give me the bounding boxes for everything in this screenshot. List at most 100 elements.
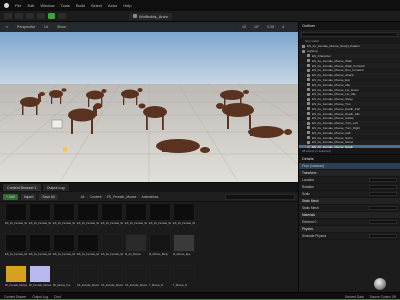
perspective-button[interactable]: Perspective — [14, 24, 39, 30]
source-control-button[interactable]: Source Control Off — [370, 295, 396, 299]
details-section-header[interactable]: Transform — [299, 170, 400, 177]
content-icon[interactable] — [26, 13, 34, 19]
menu-window[interactable]: Window — [40, 3, 54, 8]
details-property-row: Rotation — [299, 184, 400, 191]
outliner-item-label: ES_Fe_Female_Moose_Lie_Down — [312, 87, 359, 92]
details-label: Materials — [302, 213, 315, 217]
cmd-button[interactable]: Cmd — [54, 295, 61, 299]
output-log-button[interactable]: Output Log — [32, 295, 48, 299]
asset-tile[interactable]: ES_Fe_Female_Moose_Sleep — [125, 203, 147, 231]
save-icon[interactable] — [4, 13, 12, 19]
angle-snap[interactable]: 10° — [250, 24, 263, 30]
actor-icon — [307, 112, 310, 116]
derived-data-button[interactable]: Derived Data — [345, 295, 364, 299]
asset-tile[interactable]: MI_Moose_Fur — [53, 265, 75, 293]
details-property-row: Scale — [299, 191, 400, 198]
asset-tile[interactable]: SK_Female_Moose_Physics — [125, 265, 147, 293]
menu-tools[interactable]: Tools — [61, 3, 70, 8]
actor-icon — [307, 131, 310, 135]
asset-thumbnail — [149, 265, 171, 283]
asset-tile[interactable]: ES_Fe_Female_Moose_Attack — [149, 203, 171, 231]
outliner-search-input[interactable] — [301, 31, 398, 37]
asset-tile[interactable]: ES_Fe_Female_Moose_Gallop — [5, 234, 27, 262]
details-value-field[interactable] — [369, 177, 397, 183]
asset-tile[interactable]: T_Moose_D — [149, 265, 171, 293]
asset-label: ES_Fe_Female_Moose_Turn_L — [29, 253, 51, 256]
scale-snap[interactable]: 0.25 — [264, 24, 278, 30]
menu-build[interactable]: Build — [76, 3, 85, 8]
hamburger-menu-icon[interactable]: ≡ — [3, 24, 12, 30]
details-value-field[interactable] — [369, 219, 397, 225]
breadcrumb-item[interactable]: All — [81, 195, 85, 199]
actor-icon — [307, 78, 310, 82]
mode-select-icon[interactable] — [15, 13, 23, 19]
asset-thumbnail — [29, 203, 51, 221]
blueprint-icon[interactable] — [37, 13, 45, 19]
asset-tile[interactable]: MI_Female_Moose_B — [29, 265, 51, 293]
breadcrumb-item[interactable]: ES_Female_Moose — [107, 195, 137, 199]
maximize-icon[interactable] — [289, 24, 295, 30]
details-value-field[interactable] — [369, 191, 397, 197]
lit-button[interactable]: Lit — [41, 24, 52, 30]
menu-actor[interactable]: Actor — [108, 3, 117, 8]
add-button[interactable]: + Add — [3, 193, 18, 200]
actor-icon — [307, 97, 310, 101]
asset-tile[interactable]: ES_Fe_Female_Moose_Call — [101, 234, 123, 262]
breadcrumb-item[interactable]: Animations — [142, 195, 159, 199]
asset-tile[interactable]: ES_Fe_Female_Moose_Turn_L — [29, 234, 51, 262]
menu-edit[interactable]: Edit — [27, 3, 34, 8]
import-button[interactable]: Import — [20, 193, 37, 200]
actor-icon — [307, 140, 310, 144]
asset-tile[interactable]: M_Moose_Body — [149, 234, 171, 262]
asset-tile[interactable]: M_Fe_Moose — [125, 234, 147, 262]
asset-tile[interactable]: SK_Female_Moose_Skeleton — [101, 265, 123, 293]
pause-icon[interactable] — [58, 13, 66, 19]
asset-tile[interactable]: M_Moose_Eye — [173, 234, 195, 262]
actor-icon — [307, 121, 310, 125]
details-property-row: Static Mesh — [299, 205, 400, 212]
asset-tile[interactable]: ES_Fe_Female_Moose_Turn_R — [53, 234, 75, 262]
asset-tile[interactable]: ES_Fe_Female_Moose_Walk — [5, 203, 27, 231]
menu-file[interactable]: File — [15, 3, 21, 8]
menu-select[interactable]: Select — [91, 3, 102, 8]
details-value-field[interactable] — [369, 184, 397, 190]
play-icon[interactable] — [48, 13, 55, 19]
asset-tile[interactable]: ES_Fe_Female_Moose_Death — [101, 203, 123, 231]
menu-help[interactable]: Help — [123, 3, 131, 8]
actor-icon — [307, 73, 310, 77]
details-section-header[interactable]: Static Mesh — [299, 198, 400, 205]
tab-output-log[interactable]: Output Log — [42, 184, 69, 191]
details-title: Details — [299, 155, 400, 163]
show-button[interactable]: Show — [54, 24, 69, 30]
asset-tile[interactable]: ES_Fe_Female_Moose_Eat — [77, 203, 99, 231]
asset-tile[interactable]: SK_Female_Moose — [77, 265, 99, 293]
content-drawer-button[interactable]: Content Drawer — [4, 295, 26, 299]
asset-tile[interactable]: ES_Fe_Female_Moose_Lie — [77, 234, 99, 262]
asset-tile[interactable]: MI_Female_Moose — [5, 265, 27, 293]
viewport-toolbar: ≡ Perspective Lit Show 10 10° 0.25 4 — [0, 22, 298, 32]
unreal-logo-icon[interactable] — [4, 3, 9, 8]
content-search-input[interactable] — [225, 193, 295, 200]
asset-label: M_Fe_Moose — [125, 253, 141, 256]
details-value-field[interactable] — [369, 205, 397, 211]
asset-tile[interactable]: T_Moose_N — [173, 265, 195, 293]
asset-thumbnail — [77, 203, 99, 221]
details-section-header[interactable]: Physics — [299, 226, 400, 233]
map-tab[interactable]: Wolfbolds_Anim — [129, 12, 172, 20]
actor-icon — [307, 126, 310, 130]
content-browser-toolbar: + Add Import Save All All › Content › ES_F… — [0, 192, 298, 202]
grid-snap[interactable]: 10 — [239, 24, 249, 30]
details-section-header[interactable]: Materials — [299, 212, 400, 219]
level-viewport[interactable]: ≡ Perspective Lit Show 10 10° 0.25 4 — [0, 22, 298, 182]
details-label: Scale — [302, 192, 310, 196]
camera-speed[interactable]: 4 — [279, 24, 287, 30]
outliner-item-label: ES_Fe_Female_Moose_Death_Idle — [312, 111, 360, 116]
save-all-button[interactable]: Save All — [39, 193, 58, 200]
asset-tile[interactable]: ES_Fe_Female_Moose_Trot — [173, 203, 195, 231]
details-value-field[interactable] — [369, 233, 397, 239]
tab-content-browser[interactable]: Content Browser 1 — [3, 184, 41, 191]
asset-thumbnail — [173, 234, 195, 252]
asset-tile[interactable]: ES_Fe_Female_Moose_Idle — [53, 203, 75, 231]
asset-tile[interactable]: ES_Fe_Female_Moose_Run — [29, 203, 51, 231]
breadcrumb-item[interactable]: Content — [90, 195, 102, 199]
